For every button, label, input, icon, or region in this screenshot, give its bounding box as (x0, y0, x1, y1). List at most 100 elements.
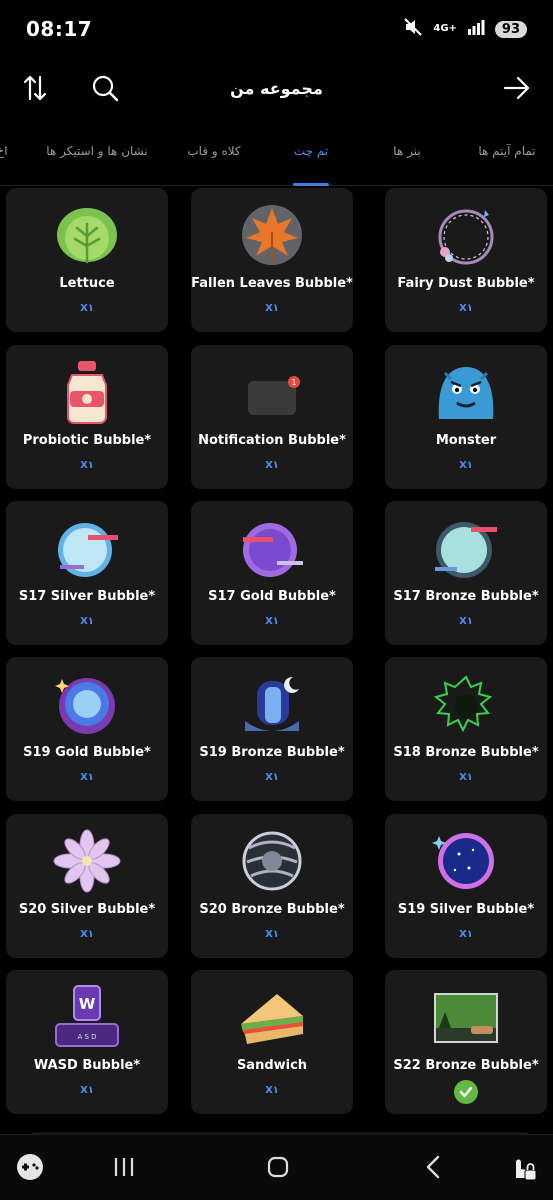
item-name: S19 Bronze Bubble* (199, 745, 345, 760)
lettuce-icon (57, 208, 117, 264)
item-name: S20 Bronze Bubble* (199, 902, 345, 917)
probiotic-icon (67, 361, 107, 424)
home-icon (267, 1156, 289, 1178)
item-name: S19 Silver Bubble* (397, 902, 535, 917)
search-button[interactable] (85, 68, 125, 108)
item-count: X۱ (265, 1085, 279, 1096)
game-launcher-button[interactable] (12, 1149, 48, 1185)
item-name: S18 Bronze Bubble* (393, 745, 539, 760)
item-card[interactable]: Monster X۱ (385, 345, 547, 489)
tab-chat-theme[interactable]: تم چت (294, 144, 328, 158)
item-count: X۱ (80, 1085, 94, 1096)
back-button[interactable] (416, 1149, 452, 1185)
monster-icon (438, 367, 494, 419)
recent-apps-button[interactable] (106, 1149, 142, 1185)
network-type: 4G+ (433, 23, 457, 34)
item-card[interactable]: S19 Bronze Bubble* X۱ (191, 657, 353, 801)
item-name: S22 Bronze Bubble* (393, 1058, 539, 1073)
item-count: X۱ (459, 460, 473, 471)
category-tabs: تمام آیتم ها بنر ها تم چت کلاه و قاب نشا… (0, 124, 553, 186)
item-name: Lettuce (59, 276, 115, 291)
s20-silver-icon (53, 829, 121, 893)
item-card[interactable]: S17 Bronze Bubble* X۱ (385, 501, 547, 645)
item-count: X۱ (265, 460, 279, 471)
item-name: S17 Bronze Bubble* (393, 589, 539, 604)
touch-lock-button[interactable] (504, 1149, 540, 1185)
page-title: مجموعه من (230, 78, 323, 98)
item-count: X۱ (265, 772, 279, 783)
item-count: X۱ (80, 616, 94, 627)
item-count: X۱ (265, 303, 279, 314)
back-icon (426, 1155, 440, 1179)
tab-all-items[interactable]: تمام آیتم ها (478, 144, 535, 158)
item-name: Probiotic Bubble* (22, 433, 152, 448)
s17-bronze-icon (435, 522, 497, 578)
signal-icon (467, 19, 485, 39)
item-count: X۱ (459, 303, 473, 314)
tab-overflow[interactable]: اخ (0, 144, 8, 158)
forward-button[interactable] (497, 68, 537, 108)
s18-bronze-icon (433, 675, 493, 733)
s17-silver-icon (58, 523, 118, 577)
touch-lock-icon (516, 1159, 537, 1181)
item-card[interactable]: S17 Gold Bubble* X۱ (191, 501, 353, 645)
item-count: X۱ (80, 460, 94, 471)
s19-silver-icon (432, 833, 494, 889)
item-card[interactable]: Fairy Dust Bubble* X۱ (385, 188, 547, 332)
item-count: X۱ (265, 616, 279, 627)
item-name: Monster (435, 433, 497, 448)
item-name: S17 Silver Bubble* (18, 589, 156, 604)
s17-gold-icon (243, 523, 303, 577)
item-card[interactable]: Lettuce X۱ (6, 188, 168, 332)
recent-apps-icon (114, 1158, 134, 1176)
tab-badges-stickers[interactable]: نشان ها و استیکر ها (46, 144, 147, 158)
item-count: X۱ (80, 772, 94, 783)
notification-bubble-icon: 1 (248, 376, 300, 415)
item-count: X۱ (459, 929, 473, 940)
home-button[interactable] (260, 1149, 296, 1185)
wasd-keys-label: A S D (77, 1033, 96, 1041)
item-name: Notification Bubble* (198, 433, 346, 448)
mute-icon (403, 17, 423, 41)
tab-hats-frames[interactable]: کلاه و قاب (187, 144, 240, 158)
app-header: مجموعه من (0, 58, 553, 118)
s22-bronze-icon (434, 993, 498, 1043)
item-card[interactable]: Sandwich X۱ (191, 970, 353, 1114)
status-time: 08:17 (26, 17, 93, 41)
item-card[interactable]: S22 Bronze Bubble* (385, 970, 547, 1114)
item-card[interactable]: Fallen Leaves Bubble* X۱ (191, 188, 353, 332)
s19-gold-icon (55, 678, 115, 734)
sort-button[interactable] (15, 68, 55, 108)
fairy-dust-icon (438, 209, 494, 265)
selected-check-icon (454, 1080, 478, 1104)
item-count: X۱ (459, 616, 473, 627)
item-card[interactable]: Probiotic Bubble* X۱ (6, 345, 168, 489)
battery-badge: 93 (494, 20, 527, 38)
item-card[interactable]: S18 Bronze Bubble* X۱ (385, 657, 547, 801)
item-name: Fallen Leaves Bubble* (191, 276, 353, 291)
wasd-keycap-label: W (79, 995, 96, 1013)
s20-bronze-icon (242, 831, 302, 891)
item-card[interactable]: W A S D WASD Bubble* X۱ (6, 970, 168, 1114)
item-card[interactable]: S19 Silver Bubble* X۱ (385, 814, 547, 958)
item-count: X۱ (80, 929, 94, 940)
status-bar: 08:17 4G+ 93 (0, 0, 553, 58)
sandwich-icon (241, 994, 303, 1044)
wasd-keys-icon: W A S D (55, 985, 119, 1047)
item-name: S19 Gold Bubble* (23, 745, 151, 760)
s19-bronze-icon (245, 676, 299, 731)
search-icon (92, 75, 119, 102)
gamepad-icon (17, 1154, 43, 1180)
item-card[interactable]: S20 Bronze Bubble* X۱ (191, 814, 353, 958)
svg-text:1: 1 (291, 378, 296, 387)
item-name: S20 Silver Bubble* (18, 902, 156, 917)
item-count: X۱ (459, 772, 473, 783)
tab-banners[interactable]: بنر ها (393, 144, 420, 158)
item-card[interactable]: S19 Gold Bubble* X۱ (6, 657, 168, 801)
item-name: Sandwich (236, 1058, 308, 1073)
item-count: X۱ (80, 303, 94, 314)
item-card[interactable]: S20 Silver Bubble* X۱ (6, 814, 168, 958)
item-card[interactable]: S17 Silver Bubble* X۱ (6, 501, 168, 645)
item-card[interactable]: 1 Notification Bubble* X۱ (191, 345, 353, 489)
item-name: S17 Gold Bubble* (208, 589, 336, 604)
